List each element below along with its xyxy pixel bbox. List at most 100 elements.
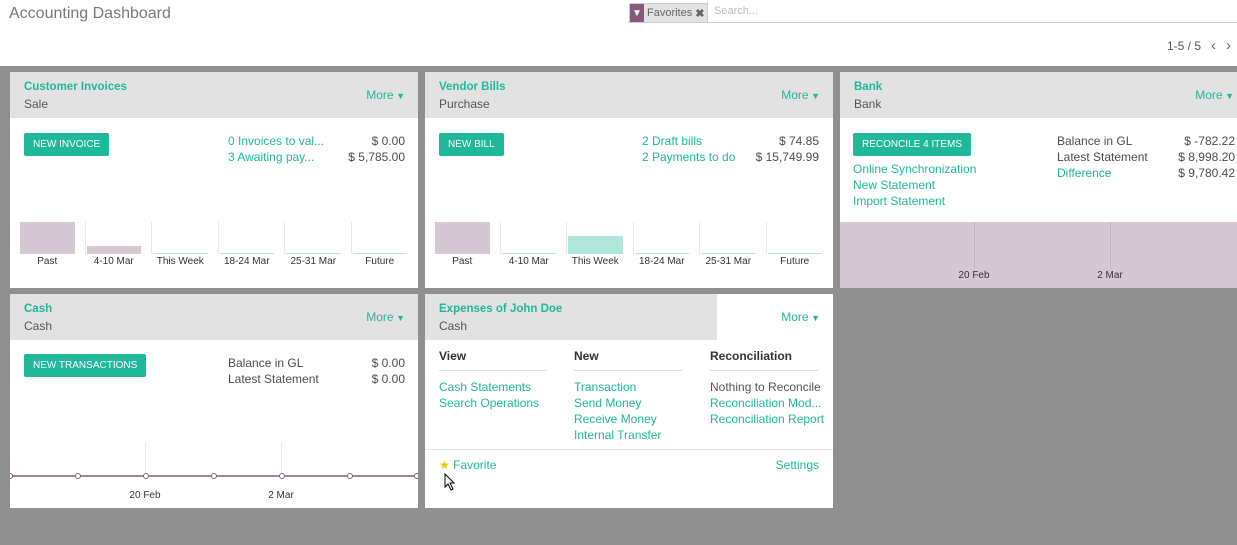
card-subtitle: Purchase: [439, 97, 490, 111]
balance-gl-label: Balance in GL: [228, 356, 304, 370]
x-tick-label: 4-10 Mar: [508, 256, 549, 267]
chart-bar[interactable]: [153, 253, 208, 254]
latest-statement-label: Latest Statement: [1057, 150, 1148, 164]
pager-previous-icon[interactable]: ‹: [1211, 37, 1216, 54]
more-label: More: [1195, 88, 1223, 102]
awaiting-payment-amount: $ 5,785.00: [348, 150, 405, 164]
chart-bar[interactable]: [219, 253, 274, 254]
page-title: Accounting Dashboard: [9, 5, 171, 22]
grid-line: [1110, 222, 1111, 268]
cash-statements-link[interactable]: Cash Statements: [439, 380, 531, 394]
star-icon: ★: [439, 458, 450, 472]
search-operations-link[interactable]: Search Operations: [439, 396, 539, 410]
invoice-aging-chart[interactable]: Past 4-10 Mar This Week 18-24 Mar 25-31 Mar F…: [10, 200, 418, 288]
payments-to-do-link[interactable]: 2 Payments to do: [642, 150, 735, 164]
grid-line: [151, 222, 152, 254]
chart-bar[interactable]: [568, 235, 623, 254]
x-tick-label: 25-31 Mar: [290, 256, 337, 267]
card-title[interactable]: Vendor Bills: [439, 81, 505, 93]
bank-balance-chart[interactable]: 20 Feb 2 Mar: [840, 222, 1237, 288]
card-header: Customer Invoices Sale More ▼: [10, 72, 418, 118]
draft-bills-amount: $ 74.85: [778, 134, 819, 148]
chart-bar[interactable]: [435, 222, 490, 254]
difference-amount: $ 9,780.42: [1178, 166, 1235, 180]
reconciliation-models-link[interactable]: Reconciliation Mod...: [710, 396, 821, 410]
online-synchronization-link[interactable]: Online Synchronization: [853, 162, 976, 176]
send-money-link[interactable]: Send Money: [574, 396, 641, 410]
difference-label[interactable]: Difference: [1057, 166, 1111, 180]
more-dropdown[interactable]: More ▼: [366, 88, 405, 102]
caret-down-icon: ▼: [393, 313, 405, 323]
x-tick-label: Future: [365, 256, 395, 267]
chart-bar[interactable]: [767, 253, 822, 254]
chart-bar[interactable]: [286, 253, 341, 254]
latest-statement-label: Latest Statement: [228, 372, 319, 386]
import-statement-link[interactable]: Import Statement: [853, 194, 945, 208]
x-tick-label: This Week: [571, 256, 619, 267]
column-header-view: View: [439, 349, 467, 363]
divider: [710, 370, 818, 371]
x-tick-label: Future: [780, 256, 810, 267]
new-transactions-button[interactable]: NEW TRANSACTIONS: [24, 354, 147, 377]
more-dropdown[interactable]: More ▼: [781, 88, 820, 102]
pager-next-icon[interactable]: ›: [1226, 37, 1231, 54]
more-dropdown[interactable]: More ▼: [781, 310, 820, 324]
favorite-toggle[interactable]: ★ Favorite: [439, 458, 496, 472]
awaiting-payment-link[interactable]: 3 Awaiting pay...: [228, 150, 314, 164]
x-tick-label: 4-10 Mar: [93, 256, 134, 267]
x-tick-label: 18-24 Mar: [223, 256, 270, 267]
internal-transfer-link[interactable]: Internal Transfer: [574, 428, 661, 442]
column-header-new: New: [574, 349, 599, 363]
cash-balance-chart[interactable]: 20 Feb 2 Mar: [10, 442, 418, 508]
pager-value[interactable]: 1-5 / 5: [1167, 39, 1201, 53]
new-invoice-button[interactable]: NEW INVOICE: [24, 133, 110, 156]
chart-bar[interactable]: [501, 253, 556, 254]
control-panel: Accounting Dashboard ▼ Favorites ✖ 1-5 /…: [0, 0, 1237, 66]
more-dropdown[interactable]: More ▼: [366, 310, 405, 324]
card-title[interactable]: Expenses of John Doe: [439, 303, 562, 315]
new-statement-link[interactable]: New Statement: [853, 178, 935, 192]
card-title[interactable]: Bank: [854, 81, 882, 93]
card-title[interactable]: Cash: [24, 303, 52, 315]
chart-bar[interactable]: [701, 253, 756, 254]
chart-bar[interactable]: [20, 222, 75, 254]
favorite-label: Favorite: [453, 458, 497, 472]
journal-card-expenses: Expenses of John Doe Cash More ▼ View Ca…: [425, 294, 833, 508]
more-dropdown[interactable]: More ▼: [1195, 88, 1234, 102]
receive-money-link[interactable]: Receive Money: [574, 412, 657, 426]
facet-label: Favorites: [647, 7, 693, 19]
reconcile-items-button[interactable]: RECONCILE 4 ITEMS: [853, 133, 972, 156]
caret-down-icon: ▼: [808, 91, 820, 101]
card-subtitle: Bank: [854, 97, 882, 111]
search-input[interactable]: [714, 5, 1214, 17]
search-bar[interactable]: ▼ Favorites ✖: [628, 3, 1237, 23]
draft-bills-link[interactable]: 2 Draft bills: [642, 134, 702, 148]
grid-line: [84, 222, 86, 254]
grid-line: [566, 222, 567, 254]
chart-bar[interactable]: [634, 253, 689, 254]
card-title[interactable]: Customer Invoices: [24, 81, 127, 93]
search-facet[interactable]: ▼ Favorites ✖: [629, 3, 709, 23]
balance-gl-amount: $ -782.22: [1184, 134, 1235, 148]
latest-statement-amount: $ 0.00: [371, 372, 405, 386]
grid-line: [974, 222, 975, 268]
journal-card-bank: Bank Bank More ▼ RECONCILE 4 ITEMS Onlin…: [840, 72, 1237, 288]
new-bill-button[interactable]: NEW BILL: [439, 133, 504, 156]
card-header: Cash Cash More ▼: [10, 294, 418, 340]
latest-statement-amount: $ 8,998.20: [1178, 150, 1235, 164]
more-label: More: [366, 88, 394, 102]
grid-line: [765, 222, 767, 254]
grid-line: [499, 222, 501, 254]
chart-bar[interactable]: [86, 245, 141, 254]
grid-line: [699, 222, 700, 254]
reconciliation-report-link[interactable]: Reconciliation Report: [710, 412, 824, 426]
bill-aging-chart[interactable]: Past 4-10 Mar This Week 18-24 Mar 25-31 Mar F…: [425, 200, 833, 288]
transaction-link[interactable]: Transaction: [574, 380, 636, 394]
facet-remove-icon[interactable]: ✖: [695, 7, 707, 20]
settings-link[interactable]: Settings: [776, 458, 819, 472]
grid-line: [284, 222, 285, 254]
x-tick-label: 20 Feb: [958, 270, 990, 281]
invoices-to-validate-link[interactable]: 0 Invoices to val...: [228, 134, 324, 148]
grid-line: [217, 222, 219, 254]
chart-bar[interactable]: [352, 253, 407, 254]
